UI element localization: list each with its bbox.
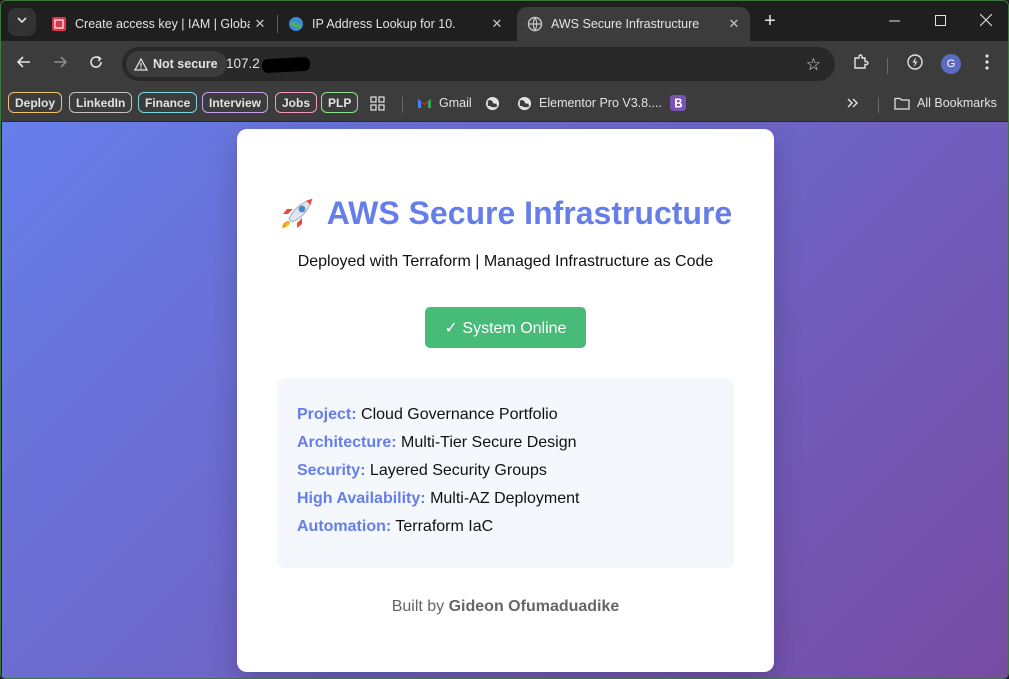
info-value: Layered Security Groups <box>369 462 547 479</box>
bookmark-deploy[interactable]: Deploy <box>8 92 63 113</box>
address-bar[interactable]: Not secure 107.2 ☆ <box>122 47 835 81</box>
globe-icon <box>485 96 500 111</box>
close-tab-icon[interactable]: ✕ <box>487 16 507 32</box>
navigation-toolbar: Not secure 107.2 ☆ G <box>1 41 1008 87</box>
apps-button[interactable] <box>370 93 392 113</box>
info-key: Architecture: <box>297 434 397 451</box>
status-badge: ✓ System Online <box>425 307 586 348</box>
not-secure-label: Not secure <box>153 57 218 71</box>
bookmark-separator <box>402 97 403 113</box>
arrow-right-icon <box>52 54 68 75</box>
new-tab-button[interactable]: + <box>758 9 782 33</box>
bootstrap-b-icon <box>670 95 686 111</box>
tab-ip-lookup[interactable]: IP Address Lookup for 10. ✕ <box>278 7 513 41</box>
chevron-double-right-icon <box>847 97 859 109</box>
close-icon <box>979 13 993 29</box>
bookmark-separator <box>878 97 879 113</box>
bookmark-elementor[interactable]: Elementor Pro V3.8.... <box>517 93 662 113</box>
info-value: Multi-Tier Secure Design <box>401 434 577 451</box>
info-key: Security: <box>297 462 366 479</box>
info-row-automation: Automation: Terraform IaC <box>297 517 714 545</box>
info-panel: Project: Cloud Governance Portfolio Arch… <box>277 378 734 568</box>
main-card: AWS Secure Infrastructure Deployed with … <box>237 129 774 672</box>
page-footer: Built by Gideon Ofumaduadike <box>237 598 774 616</box>
more-bookmarks-button[interactable] <box>847 93 866 113</box>
rocket-icon <box>279 197 315 231</box>
info-row-architecture: Architecture: Multi-Tier Secure Design <box>297 433 714 461</box>
bookmark-star-icon[interactable]: ☆ <box>806 55 821 75</box>
info-value: Cloud Governance Portfolio <box>361 406 558 423</box>
bookmark-finance[interactable]: Finance <box>138 92 198 113</box>
kebab-menu-icon <box>985 53 989 75</box>
chevron-down-icon <box>16 13 28 31</box>
bookmarks-bar: Deploy LinkedIn Finance Interview Jobs P… <box>1 87 1008 122</box>
maximize-icon <box>934 13 946 29</box>
forward-button[interactable] <box>47 51 73 77</box>
bookmark-jobs[interactable]: Jobs <box>275 92 318 113</box>
redaction-mark <box>261 56 311 74</box>
tab-search-button[interactable] <box>8 8 36 36</box>
minimize-icon <box>888 13 900 29</box>
bookmark-bootstrap[interactable] <box>670 93 693 113</box>
all-bookmarks-button[interactable]: All Bookmarks <box>894 93 997 113</box>
page-viewport: AWS Secure Infrastructure Deployed with … <box>2 122 1008 678</box>
bookmark-linkedin[interactable]: LinkedIn <box>69 92 133 113</box>
globe-icon <box>517 96 532 111</box>
menu-button[interactable] <box>974 51 1000 77</box>
back-button[interactable] <box>11 51 37 77</box>
close-window-button[interactable] <box>963 1 1008 41</box>
bookmark-globe[interactable] <box>485 93 507 113</box>
bookmark-label: All Bookmarks <box>917 96 997 110</box>
arrow-left-icon <box>16 54 32 75</box>
url-text[interactable]: 107.2 <box>226 56 260 71</box>
info-row-project: Project: Cloud Governance Portfolio <box>297 405 714 433</box>
bookmark-interview[interactable]: Interview <box>202 92 269 113</box>
warning-triangle-icon <box>134 57 148 71</box>
info-key: Automation: <box>297 518 392 535</box>
author-name: Gideon Ofumaduadike <box>448 598 620 615</box>
info-row-security: Security: Layered Security Groups <box>297 461 714 489</box>
bookmark-label: Elementor Pro V3.8.... <box>539 96 662 110</box>
info-key: Project: <box>297 406 357 423</box>
info-key: High Availability: <box>297 490 426 507</box>
bookmark-label: Gmail <box>439 96 472 110</box>
tab-title: AWS Secure Infrastructure <box>551 17 700 31</box>
page-title: AWS Secure Infrastructure <box>237 195 774 232</box>
minimize-button[interactable] <box>871 1 917 41</box>
page-title-text: AWS Secure Infrastructure <box>326 195 733 231</box>
footer-prefix: Built by <box>391 598 445 615</box>
puzzle-icon <box>852 53 870 76</box>
grid-apps-icon <box>370 95 385 111</box>
performance-button[interactable] <box>902 51 928 77</box>
gmail-icon <box>417 97 432 109</box>
info-value: Terraform IaC <box>395 518 494 535</box>
info-value: Multi-AZ Deployment <box>430 490 580 507</box>
globe-icon <box>527 16 543 32</box>
close-tab-icon[interactable]: ✕ <box>724 16 744 32</box>
toolbar-separator <box>887 58 888 74</box>
tab-title: Create access key | IAM | Global <box>75 17 250 31</box>
page-subtitle: Deployed with Terraform | Managed Infras… <box>297 253 714 270</box>
profile-avatar[interactable]: G <box>941 54 961 74</box>
reload-button[interactable] <box>83 51 109 77</box>
aws-iam-favicon-icon <box>51 16 67 32</box>
lightning-icon <box>906 53 924 76</box>
globe-favicon-icon <box>288 16 304 32</box>
tab-strip: Create access key | IAM | Global ✕ IP Ad… <box>1 1 1008 41</box>
tab-iam[interactable]: Create access key | IAM | Global ✕ <box>41 7 276 41</box>
bookmark-plp[interactable]: PLP <box>321 92 359 113</box>
info-row-high-availability: High Availability: Multi-AZ Deployment <box>297 489 714 517</box>
maximize-button[interactable] <box>917 1 963 41</box>
close-tab-icon[interactable]: ✕ <box>250 16 270 32</box>
tab-title: IP Address Lookup for 10. <box>312 17 456 31</box>
reload-icon <box>88 54 104 75</box>
folder-icon <box>894 97 910 110</box>
extensions-button[interactable] <box>848 51 874 77</box>
site-info-chip[interactable]: Not secure <box>126 51 227 77</box>
bookmark-gmail[interactable]: Gmail <box>417 93 472 113</box>
tab-aws-secure[interactable]: AWS Secure Infrastructure ✕ <box>517 7 750 41</box>
browser-window: Create access key | IAM | Global ✕ IP Ad… <box>0 0 1009 679</box>
